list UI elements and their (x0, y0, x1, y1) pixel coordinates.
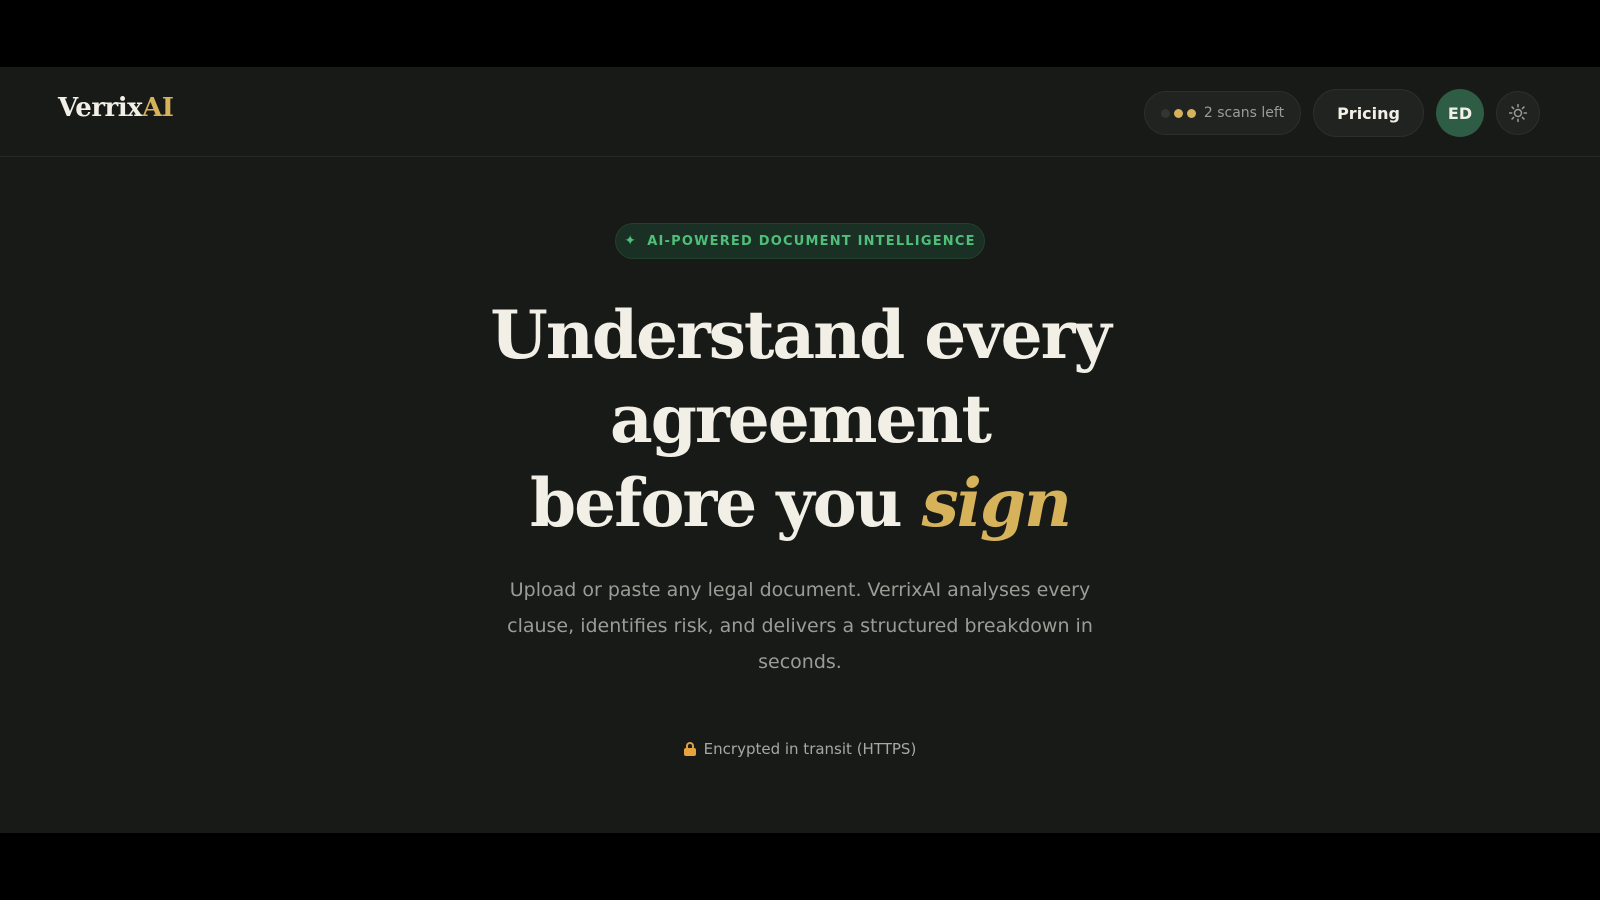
security-note-text: Encrypted in transit (HTTPS) (703, 740, 917, 758)
security-note: Encrypted in transit (HTTPS) (600, 740, 1000, 758)
logo-wordmark: Verrix (58, 93, 143, 123)
pricing-button[interactable]: Pricing (1313, 89, 1424, 137)
scans-remaining-indicator[interactable]: 2 scans left (1143, 91, 1302, 135)
hero-title-accent-word: sign (921, 464, 1072, 542)
logo[interactable]: Verrix AI (58, 93, 174, 123)
scan-dot-remaining (1173, 108, 1183, 118)
scan-dot-remaining (1186, 108, 1196, 118)
hero-subtitle: Upload or paste any legal document. Verr… (507, 579, 1093, 673)
lock-icon (683, 742, 696, 756)
top-nav: Verrix AI 2 scans left Pricing ED (0, 67, 1600, 157)
app-window: Verrix AI 2 scans left Pricing ED ✦ AI-P… (0, 67, 1600, 833)
hero-title-line-1: Understand every (490, 296, 1111, 374)
hero-title: Understand every agreement before you si… (300, 293, 1300, 545)
letterbox-bottom (0, 833, 1600, 900)
sparkle-icon: ✦ (624, 233, 638, 249)
theme-toggle-button[interactable] (1496, 91, 1540, 135)
user-avatar[interactable]: ED (1436, 89, 1484, 137)
logo-wordmark-accent: AI (142, 93, 174, 123)
feature-badge: ✦ AI-POWERED DOCUMENT INTELLIGENCE (615, 223, 985, 259)
sun-icon (1508, 103, 1528, 123)
scan-dot-used (1160, 108, 1170, 118)
letterbox-top (0, 0, 1600, 67)
scans-remaining-label: 2 scans left (1203, 105, 1285, 121)
scans-dots (1160, 108, 1196, 118)
hero-title-line-2: agreement (610, 380, 992, 458)
feature-badge-text: AI-POWERED DOCUMENT INTELLIGENCE (647, 233, 976, 249)
hero-title-line-3: before you sign (300, 461, 1300, 545)
hero-title-line-3-text: before you (529, 464, 903, 542)
nav-actions: 2 scans left Pricing ED (1143, 89, 1540, 137)
